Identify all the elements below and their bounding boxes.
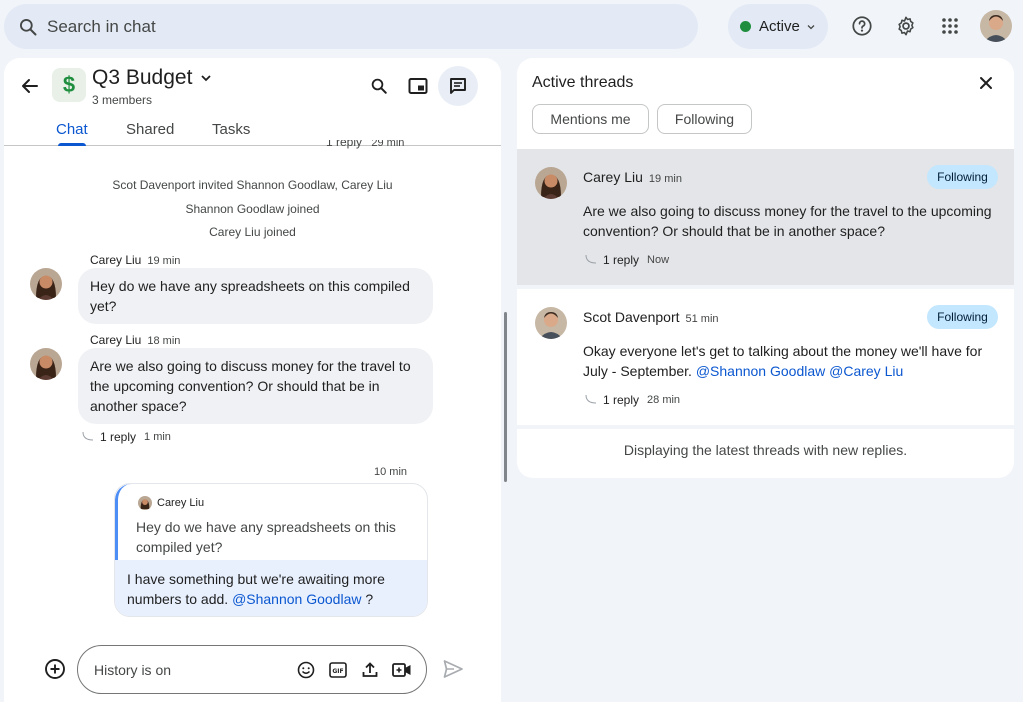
active-threads-panel: Active threads Mentions me Following Car…: [517, 58, 1014, 478]
video-meeting-icon[interactable]: [392, 660, 412, 680]
search-icon: [18, 17, 38, 37]
reply-time: 1 min: [144, 431, 171, 443]
reply-curve-icon: [82, 432, 94, 442]
space-dollar-icon: $: [52, 68, 86, 102]
chevron-down-icon: [200, 72, 212, 84]
system-message: Carey Liu joined: [209, 225, 296, 239]
reply-time: Now: [647, 254, 670, 266]
message-bubble[interactable]: Are we also going to discuss money for t…: [78, 348, 433, 424]
own-message-bubble[interactable]: Carey Liu Hey do we have any spreadsheet…: [114, 483, 428, 617]
filter-following[interactable]: Following: [657, 104, 752, 134]
thread-time: 51 min: [685, 313, 719, 325]
chevron-down-icon: [806, 22, 816, 32]
thread-author-name: Scot Davenport: [583, 309, 680, 325]
avatar: [535, 307, 567, 339]
thread-item[interactable]: Carey Liu 19 min Following Are we also go…: [517, 149, 1014, 285]
threads-footer-note: Displaying the latest threads with new r…: [623, 442, 908, 458]
following-badge[interactable]: Following: [927, 165, 998, 189]
thread-author: Scot Davenport 51 min: [583, 309, 719, 325]
tab-chat[interactable]: Chat: [56, 121, 88, 138]
gif-icon[interactable]: GIF: [328, 660, 348, 680]
upload-icon[interactable]: [360, 660, 380, 680]
clipped-reply-count: 1 reply: [326, 140, 363, 149]
thread-author: Carey Liu 19 min: [583, 169, 682, 185]
own-message-suffix: ?: [361, 591, 374, 607]
apps-grid-icon[interactable]: [938, 14, 962, 38]
emoji-icon[interactable]: [296, 660, 316, 680]
space-tabs: Chat Shared Tasks: [4, 118, 501, 146]
space-title-button[interactable]: Q3 Budget: [92, 66, 212, 90]
quoted-author: Carey Liu: [138, 496, 204, 510]
thread-text: Are we also going to discuss money for t…: [583, 203, 992, 239]
avatar: [138, 496, 152, 510]
send-icon[interactable]: [442, 658, 464, 680]
message-author: Carey Liu: [90, 253, 142, 267]
reply-count: 1 reply: [603, 393, 640, 407]
thread-divider: [517, 425, 1014, 429]
message-header: Carey Liu 18 min: [90, 333, 180, 347]
mention-link[interactable]: @Shannon Goodlaw @Carey Liu: [696, 363, 903, 379]
message-time: 19 min: [147, 255, 181, 267]
thread-reply-link[interactable]: 1 reply 1 min: [82, 430, 171, 444]
thread-item[interactable]: Scot Davenport 51 min Following Okay ever…: [517, 289, 1014, 425]
clipped-reply-time: 29 min: [371, 140, 405, 149]
avatar[interactable]: [30, 268, 62, 300]
avatar: [535, 167, 567, 199]
message-header: Carey Liu 19 min: [90, 253, 180, 267]
message-bubble[interactable]: Hey do we have any spreadsheets on this …: [78, 268, 433, 324]
reply-count: 1 reply: [603, 253, 640, 267]
svg-text:GIF: GIF: [332, 668, 343, 675]
message-text: Are we also going to discuss money for t…: [90, 358, 411, 414]
status-label: Active: [759, 18, 800, 35]
message-composer[interactable]: GIF: [77, 645, 427, 694]
following-badge[interactable]: Following: [927, 305, 998, 329]
reply-time: 28 min: [647, 394, 681, 406]
status-selector[interactable]: Active: [728, 4, 828, 49]
system-message: Scot Davenport invited Shannon Goodlaw, …: [112, 178, 393, 192]
search-input[interactable]: [47, 16, 647, 37]
search-in-space-icon[interactable]: [368, 75, 390, 97]
space-members-count: 3 members: [92, 93, 153, 107]
back-arrow-icon[interactable]: [20, 76, 40, 96]
thread-reply-link[interactable]: 1 reply Now: [585, 253, 669, 267]
own-message-text: I have something but we're awaiting more…: [115, 560, 427, 616]
search-bar[interactable]: [4, 4, 698, 49]
tab-indicator: [58, 143, 86, 146]
thread-reply-link[interactable]: 1 reply 28 min: [585, 393, 680, 407]
quoted-author-name: Carey Liu: [157, 497, 205, 509]
own-message-time: 10 min: [374, 466, 408, 478]
space-title: Q3 Budget: [92, 66, 193, 89]
tab-tasks[interactable]: Tasks: [212, 121, 250, 138]
message-time: 18 min: [147, 335, 181, 347]
status-dot: [740, 21, 751, 32]
settings-gear-icon[interactable]: [894, 14, 918, 38]
thread-text: Okay everyone let's get to talking about…: [583, 341, 1003, 381]
picture-in-picture-icon[interactable]: [407, 75, 429, 97]
add-attachment-icon[interactable]: [44, 658, 66, 680]
mention-link[interactable]: @Shannon Goodlaw: [232, 591, 361, 607]
reply-curve-icon: [585, 255, 597, 265]
thread-time: 19 min: [648, 173, 682, 185]
thread-author-name: Carey Liu: [583, 169, 643, 185]
chat-scrollbar[interactable]: [504, 312, 507, 482]
chat-panel: $ Q3 Budget 3 members Chat Shared Tasks …: [4, 58, 501, 702]
clipped-reply-line[interactable]: 1 reply 29 min: [326, 140, 404, 150]
close-icon[interactable]: [977, 74, 995, 92]
help-icon[interactable]: [850, 14, 874, 38]
space-icon-glyph: $: [62, 72, 76, 97]
message-input[interactable]: [94, 661, 284, 678]
tab-shared[interactable]: Shared: [126, 121, 174, 138]
quoted-message[interactable]: Carey Liu Hey do we have any spreadsheet…: [115, 484, 427, 560]
reply-count: 1 reply: [100, 430, 137, 444]
message-text: Hey do we have any spreadsheets on this …: [90, 278, 410, 314]
filter-mentions-me[interactable]: Mentions me: [532, 104, 649, 134]
threads-panel-title: Active threads: [532, 74, 634, 91]
quoted-text: Hey do we have any spreadsheets on this …: [136, 519, 396, 555]
reply-curve-icon: [585, 395, 597, 405]
account-avatar[interactable]: [980, 10, 1012, 42]
threads-toggle-icon[interactable]: [438, 66, 478, 106]
avatar[interactable]: [30, 348, 62, 380]
system-message: Shannon Goodlaw joined: [185, 202, 320, 216]
message-author: Carey Liu: [90, 333, 142, 347]
